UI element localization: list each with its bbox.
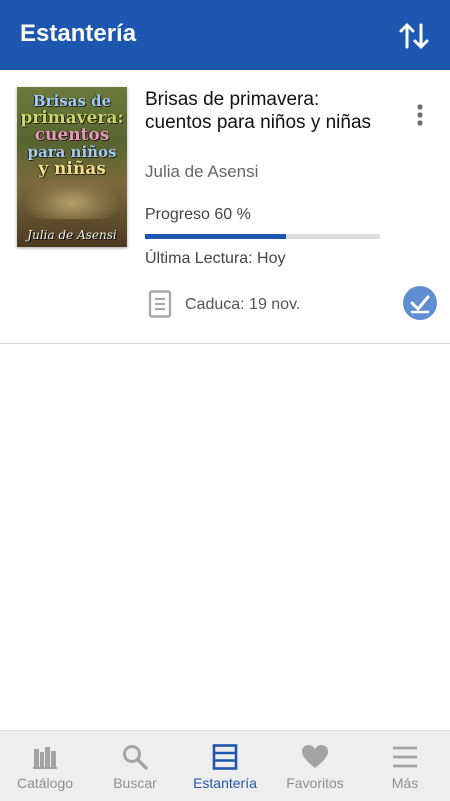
library-icon — [33, 747, 57, 769]
bottom-navigation: Catálogo Buscar Estantería Favoritos Más — [0, 730, 450, 801]
book-title[interactable]: Brisas de primavera: cuentos para niños … — [145, 88, 375, 134]
last-read-label: Última Lectura: Hoy — [145, 250, 286, 267]
expiry-date: Caduca: 19 nov. — [185, 296, 301, 313]
book-list-item[interactable]: Brisas de primavera: cuentos para niños … — [0, 70, 450, 344]
cover-title: Brisas de primavera: cuentos para niños … — [17, 93, 127, 178]
app-bar: Estantería — [0, 0, 450, 70]
nav-item-favoritos[interactable]: Favoritos — [270, 731, 360, 801]
sort-button[interactable] — [396, 18, 432, 54]
heart-icon — [302, 745, 328, 768]
nav-item-mas[interactable]: Más — [360, 731, 450, 801]
cover-author: Julia de Asensi — [27, 228, 117, 242]
nav-label: Estantería — [193, 775, 257, 791]
cover-illustration — [25, 179, 119, 219]
shelf-icon — [212, 744, 238, 770]
search-icon — [123, 745, 148, 770]
more-vert-icon — [417, 104, 423, 126]
progress-label: Progreso 60 % — [145, 206, 251, 223]
book-author: Julia de Asensi — [145, 162, 259, 181]
progress-bar — [145, 234, 380, 239]
book-cover[interactable]: Brisas de primavera: cuentos para niños … — [17, 87, 127, 247]
return-book-button[interactable] — [403, 286, 437, 320]
sort-arrows-icon — [399, 23, 429, 49]
nav-label: Favoritos — [286, 775, 344, 791]
nav-label: Más — [391, 775, 419, 791]
cover-title-line: y niñas — [38, 159, 106, 179]
document-icon — [148, 290, 172, 318]
check-icon — [410, 295, 430, 314]
menu-icon — [393, 746, 417, 768]
more-options-button[interactable] — [405, 100, 435, 130]
nav-label: Catálogo — [16, 775, 74, 791]
nav-item-buscar[interactable]: Buscar — [90, 731, 180, 801]
cover-title-line: cuentos — [34, 125, 110, 145]
nav-item-estanteria[interactable]: Estantería — [180, 731, 270, 801]
page-title: Estantería — [20, 20, 137, 47]
progress-bar-fill — [145, 234, 286, 239]
nav-item-catalogo[interactable]: Catálogo — [0, 731, 90, 801]
nav-label: Buscar — [113, 775, 157, 791]
